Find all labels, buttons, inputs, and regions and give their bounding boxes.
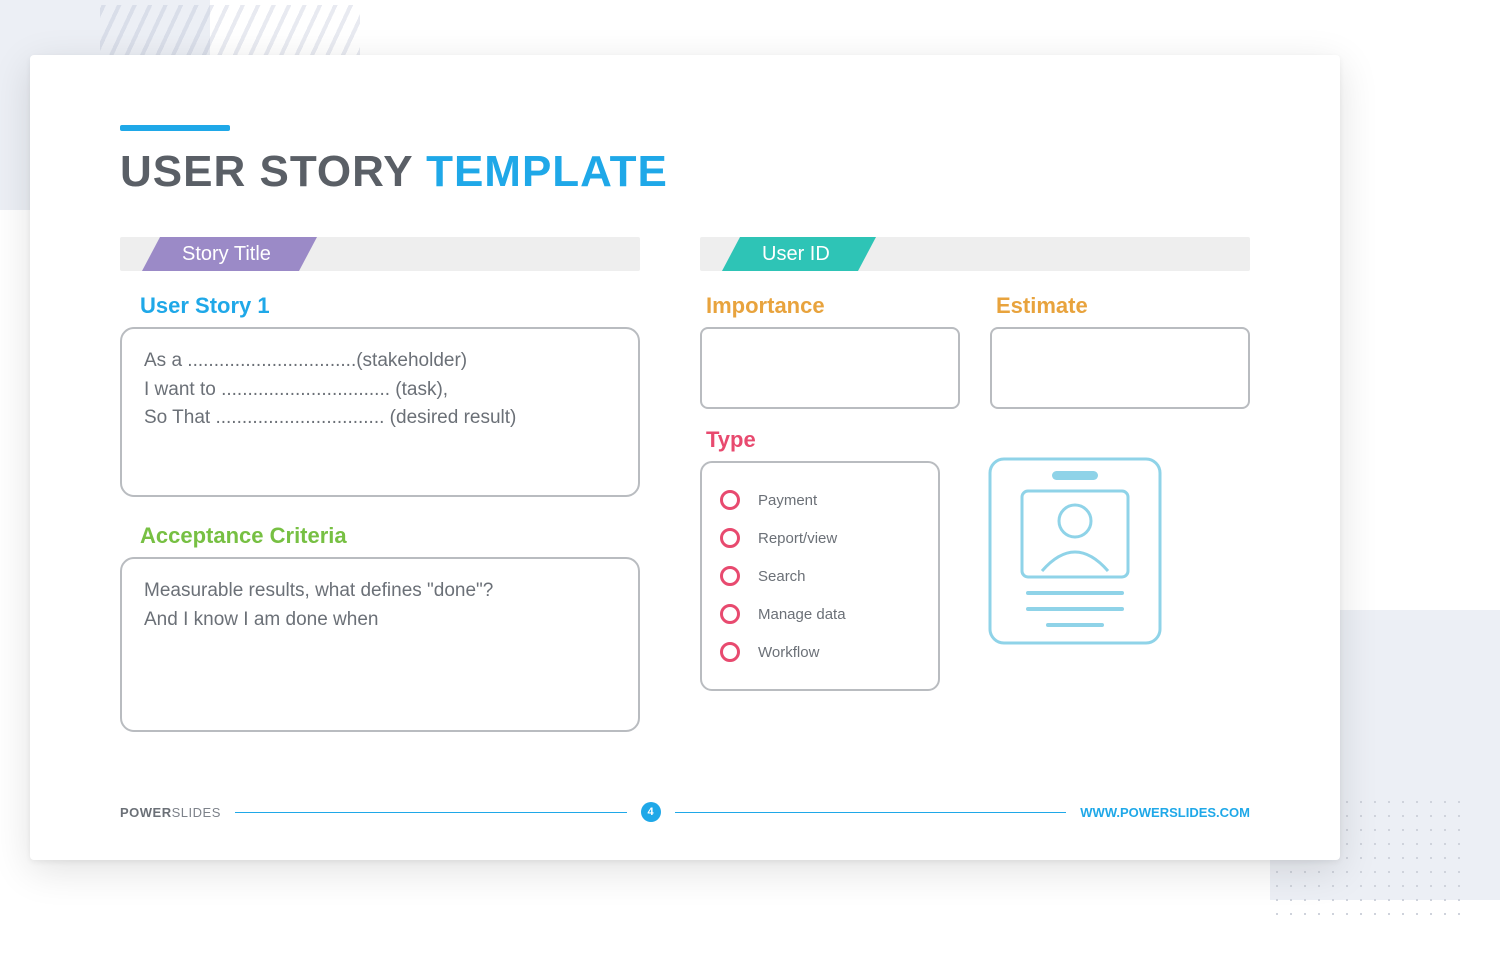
story-title-tab-bar: Story Title [120, 237, 640, 271]
user-story-heading: User Story 1 [140, 293, 640, 319]
story-title-tab: Story Title [160, 237, 299, 271]
acceptance-criteria-box[interactable]: Measurable results, what defines "done"?… [120, 557, 640, 732]
footer-divider-right [675, 812, 1067, 813]
type-label: Type [706, 427, 940, 453]
id-card-illustration [980, 451, 1170, 656]
story-line-2: I want to ..............................… [144, 376, 616, 405]
footer-divider-left [235, 812, 627, 813]
type-option-workflow[interactable]: Workflow [720, 633, 920, 671]
page-title-part2: TEMPLATE [426, 147, 668, 196]
diagonal-stripes-decoration [100, 5, 360, 55]
type-option-label: Search [758, 568, 806, 585]
story-line-3: So That ................................… [144, 404, 616, 433]
radio-icon [720, 604, 740, 624]
left-column: Story Title User Story 1 As a ..........… [120, 237, 640, 732]
importance-field: Importance [700, 293, 960, 409]
estimate-input-box[interactable] [990, 327, 1250, 409]
type-option-manage-data[interactable]: Manage data [720, 595, 920, 633]
radio-icon [720, 642, 740, 662]
estimate-field: Estimate [990, 293, 1250, 409]
acceptance-criteria-heading: Acceptance Criteria [140, 523, 640, 549]
type-option-payment[interactable]: Payment [720, 481, 920, 519]
footer-brand-bold: POWER [120, 805, 172, 820]
footer-brand-light: SLIDES [172, 805, 221, 820]
type-section: Type Payment Report/view Search [700, 427, 940, 691]
footer-page-number: 4 [641, 802, 661, 822]
radio-icon [720, 528, 740, 548]
footer-url: WWW.POWERSLIDES.COM [1080, 805, 1250, 820]
story-line-1: As a ................................(st… [144, 347, 616, 376]
type-option-label: Report/view [758, 530, 837, 547]
page-title-part1: USER STORY [120, 147, 413, 196]
right-column: User ID Importance Estimate Type [700, 237, 1250, 732]
type-option-label: Workflow [758, 644, 819, 661]
estimate-label: Estimate [996, 293, 1250, 319]
user-story-box[interactable]: As a ................................(st… [120, 327, 640, 497]
user-id-tab: User ID [740, 237, 858, 271]
radio-icon [720, 490, 740, 510]
story-title-tab-label: Story Title [182, 243, 271, 266]
type-option-search[interactable]: Search [720, 557, 920, 595]
user-id-tab-label: User ID [762, 243, 830, 266]
user-id-tab-bar: User ID [700, 237, 1250, 271]
slide-card: USER STORY TEMPLATE Story Title User Sto… [30, 55, 1340, 860]
importance-label: Importance [706, 293, 960, 319]
criteria-line-1: Measurable results, what defines "done"? [144, 577, 616, 606]
title-accent-bar [120, 125, 230, 131]
importance-input-box[interactable] [700, 327, 960, 409]
type-option-report-view[interactable]: Report/view [720, 519, 920, 557]
type-options-box: Payment Report/view Search Manage d [700, 461, 940, 691]
criteria-line-2: And I know I am done when [144, 606, 616, 635]
type-option-label: Manage data [758, 606, 846, 623]
footer-brand: POWERSLIDES [120, 805, 221, 820]
type-option-label: Payment [758, 492, 817, 509]
page-title: USER STORY TEMPLATE [120, 147, 1250, 197]
slide-footer: POWERSLIDES 4 WWW.POWERSLIDES.COM [120, 802, 1250, 822]
radio-icon [720, 566, 740, 586]
